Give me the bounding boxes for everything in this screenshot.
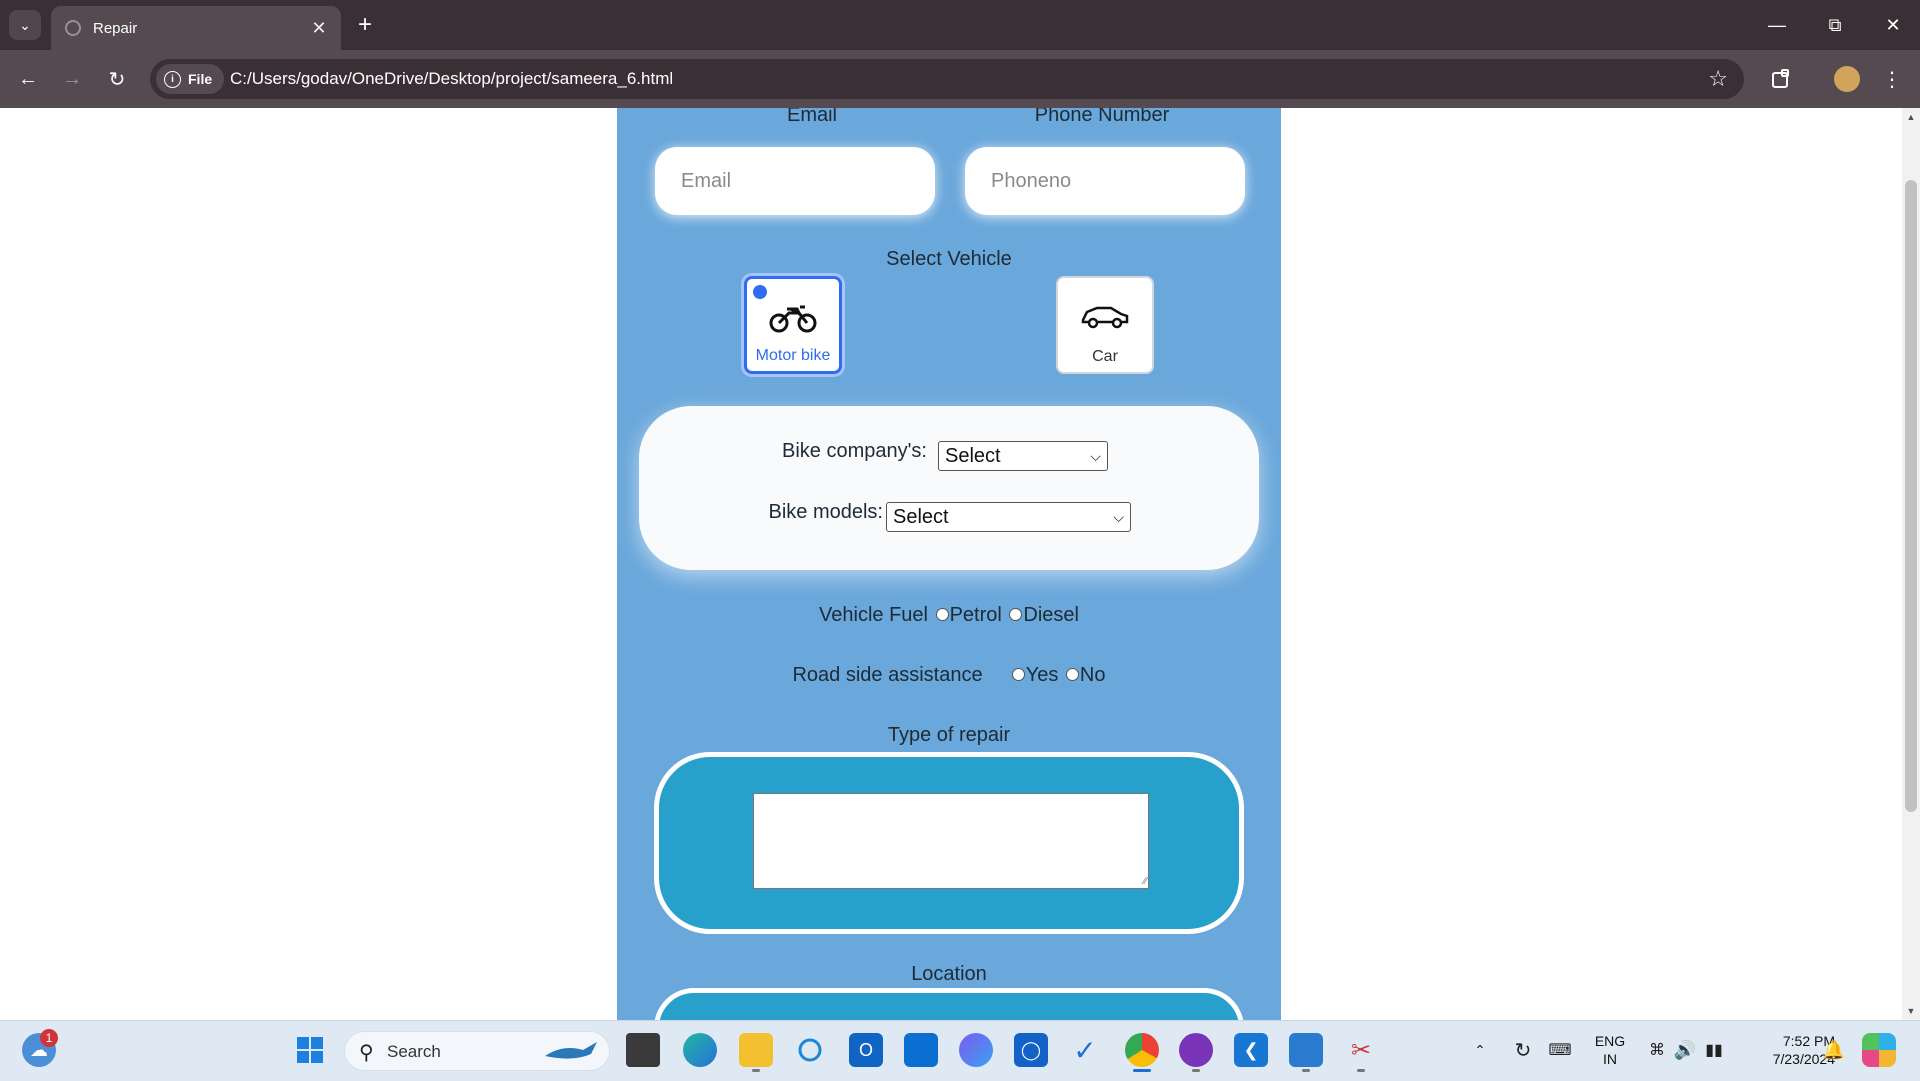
bike-models-label: Bike models:	[768, 501, 884, 523]
windows-start-icon[interactable]	[293, 1033, 327, 1067]
selected-radio-indicator	[753, 285, 767, 299]
language-top: ENG	[1594, 1033, 1626, 1049]
store-icon[interactable]	[904, 1033, 938, 1067]
chevron-down-icon: ⌵	[1090, 447, 1101, 464]
vehicle-option-motor-bike[interactable]: Motor bike	[744, 276, 842, 374]
photos-icon[interactable]	[1289, 1033, 1323, 1072]
pinned-app-icon[interactable]: ◯	[1014, 1033, 1048, 1067]
copilot-icon[interactable]	[959, 1033, 993, 1067]
new-tab-button[interactable]: +	[352, 11, 378, 38]
taskbar: ☁ 1 ⚲ Search O ◯ ✓ ❮ ✂ ⌃ ↻ ⌨ ENG IN ⌘ 🔊 …	[0, 1020, 1920, 1081]
url-text[interactable]: C:/Users/godav/OneDrive/Desktop/project/…	[230, 59, 673, 99]
repair-textarea[interactable]: ∕∕	[753, 793, 1149, 889]
car-icon	[1081, 306, 1129, 329]
notification-bell-icon[interactable]: 🔔	[1817, 1033, 1851, 1067]
close-icon[interactable]: ✕	[307, 16, 331, 40]
language-bottom: IN	[1603, 1051, 1617, 1067]
chevron-down-icon: ⌄	[19, 16, 31, 33]
info-icon: i	[164, 70, 181, 88]
bike-models-select[interactable]: Select ⌵	[886, 502, 1131, 532]
github-icon[interactable]	[1179, 1033, 1213, 1072]
phone-label: Phone Number	[1034, 108, 1170, 126]
bike-company-select[interactable]: Select ⌵	[938, 441, 1108, 471]
bike-company-value: Select	[945, 444, 1001, 467]
battery-icon[interactable]: ▮▮	[1697, 1033, 1731, 1067]
minimize-button[interactable]: —	[1748, 0, 1806, 50]
bike-models-value: Select	[893, 505, 949, 528]
scrollbar-thumb[interactable]	[1905, 180, 1917, 812]
fuel-radio-petrol[interactable]	[935, 607, 949, 621]
scroll-up-icon[interactable]: ▲	[1902, 108, 1920, 126]
taskbar-search-box[interactable]: ⚲ Search	[344, 1031, 610, 1071]
chip-label: File	[188, 71, 213, 87]
fuel-option-diesel: Diesel	[1023, 604, 1079, 626]
sync-icon[interactable]: ↻	[1506, 1033, 1540, 1067]
roadside-option-no: No	[1079, 664, 1106, 686]
motorbike-icon	[769, 305, 817, 333]
search-icon: ⚲	[359, 1042, 374, 1064]
notification-badge: 1	[40, 1029, 58, 1047]
email-label: Email	[786, 108, 837, 126]
chrome-icon[interactable]	[1125, 1033, 1159, 1072]
roadside-label: Road side assistance	[792, 664, 983, 686]
repair-box: ∕∕	[654, 752, 1244, 934]
roadside-radio-no[interactable]	[1065, 667, 1079, 681]
select-vehicle-label: Select Vehicle	[886, 248, 1012, 270]
form-panel: Email Phone Number Select Vehicle Motor …	[617, 108, 1281, 1020]
tab-title: Repair	[93, 19, 138, 37]
location-box	[654, 988, 1244, 1020]
fuel-label: Vehicle Fuel	[819, 604, 928, 626]
fuel-row: Vehicle Fuel Petrol Diesel	[617, 604, 1281, 627]
edge-browser-icon[interactable]	[683, 1033, 717, 1067]
vehicle-option-car[interactable]: Car	[1056, 276, 1154, 374]
page-viewport: Email Phone Number Select Vehicle Motor …	[0, 108, 1902, 1020]
roadside-row: Road side assistance Yes No	[617, 664, 1281, 687]
snipping-tool-icon[interactable]: ✂	[1344, 1033, 1378, 1072]
address-bar[interactable]: i File C:/Users/godav/OneDrive/Desktop/p…	[150, 59, 1744, 99]
taskbar-search-label: Search	[387, 1042, 441, 1061]
site-info-chip[interactable]: i File	[156, 64, 225, 94]
chevron-up-icon[interactable]: ⌃	[1463, 1033, 1497, 1067]
chevron-down-icon: ⌵	[1113, 508, 1124, 525]
title-bar: ⌄ Repair ✕ + — ⧉ ✕	[0, 0, 1920, 50]
bookmark-star-icon[interactable]: ☆	[1708, 67, 1728, 91]
vehicle-label-car: Car	[1092, 348, 1118, 365]
cortana-icon[interactable]	[793, 1033, 827, 1067]
file-explorer-icon[interactable]	[739, 1033, 773, 1072]
todo-icon[interactable]: ✓	[1068, 1033, 1102, 1067]
copilot-pre-icon[interactable]	[1862, 1033, 1896, 1067]
language-indicator[interactable]: ENG IN	[1589, 1032, 1631, 1068]
vehicle-label-motor-bike: Motor bike	[755, 347, 831, 364]
roadside-option-yes: Yes	[1025, 664, 1059, 686]
fuel-radio-diesel[interactable]	[1009, 607, 1023, 621]
tab-search-button[interactable]: ⌄	[9, 10, 41, 40]
restore-button[interactable]: ⧉	[1806, 0, 1864, 50]
phone-field[interactable]	[965, 147, 1245, 215]
outlook-icon[interactable]: O	[849, 1033, 883, 1067]
browser-toolbar: ← → ↻ i File C:/Users/godav/OneDrive/Des…	[0, 50, 1920, 108]
bike-company-label: Bike company's:	[782, 440, 927, 462]
roadside-radio-yes[interactable]	[1011, 667, 1025, 681]
resize-grip-icon[interactable]: ∕∕	[1144, 877, 1147, 887]
search-highlight-icon	[545, 1042, 597, 1059]
page-favicon-icon	[65, 20, 81, 36]
forward-button[interactable]: →	[56, 63, 88, 95]
profile-avatar[interactable]	[1831, 63, 1863, 95]
extensions-icon[interactable]	[1765, 63, 1797, 95]
vscode-icon[interactable]: ❮	[1234, 1033, 1268, 1067]
menu-kebab-icon[interactable]: ⋮	[1876, 63, 1908, 95]
scroll-down-icon[interactable]: ▼	[1902, 1002, 1920, 1020]
window-close-button[interactable]: ✕	[1864, 0, 1920, 50]
reload-button[interactable]: ↻	[101, 63, 133, 95]
repair-label: Type of repair	[887, 724, 1011, 746]
email-field[interactable]	[655, 147, 935, 215]
location-label: Location	[911, 963, 987, 985]
keyboard-icon[interactable]: ⌨	[1543, 1033, 1577, 1067]
task-view-icon[interactable]	[626, 1033, 660, 1067]
fuel-option-petrol: Petrol	[949, 604, 1002, 626]
page-scrollbar[interactable]: ▲ ▼	[1902, 108, 1920, 1020]
back-button[interactable]: ←	[12, 63, 44, 95]
browser-tab[interactable]: Repair ✕	[51, 6, 341, 50]
bike-selection-box: Bike company's: Select ⌵ Bike models: Se…	[639, 406, 1259, 570]
